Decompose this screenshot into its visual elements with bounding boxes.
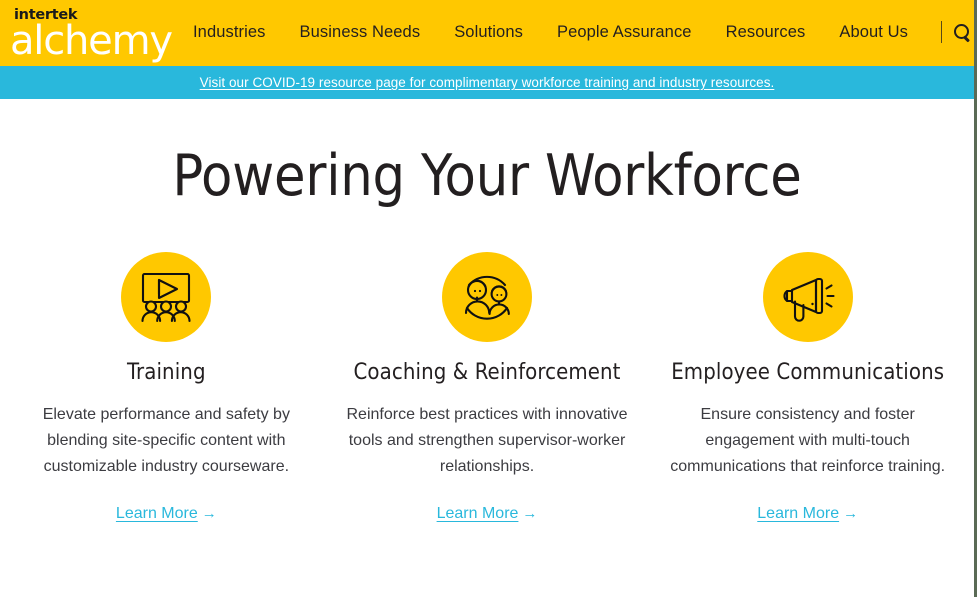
covid-resource-link[interactable]: Visit our COVID-19 resource page for com… [200, 75, 775, 90]
learn-more-label-coaching: Learn More [436, 504, 519, 522]
nav-item-resources[interactable]: Resources [709, 19, 823, 46]
nav-item-people-assurance[interactable]: People Assurance [540, 19, 709, 46]
logo-alchemy-text: alchemy [10, 18, 173, 65]
hero-section: Powering Your Workforce [0, 99, 974, 207]
learn-more-label-communications: Learn More [757, 504, 840, 522]
feature-card-coaching: Coaching & Reinforcement Reinforce best … [327, 251, 648, 523]
feature-title-coaching: Coaching & Reinforcement [353, 359, 621, 385]
feature-columns: Training Elevate performance and safety … [0, 251, 974, 523]
page-title: Powering Your Workforce [172, 143, 802, 209]
nav-item-solutions[interactable]: Solutions [437, 19, 540, 46]
feature-title-communications: Employee Communications [671, 359, 945, 385]
learn-more-link-coaching[interactable]: Learn More → [437, 505, 538, 522]
search-icon [954, 23, 971, 41]
feature-description-training: Elevate performance and safety by blendi… [42, 405, 290, 475]
covid-notice-bar: Visit our COVID-19 resource page for com… [0, 66, 974, 99]
arrow-right-icon: → [522, 504, 538, 522]
feature-description-coaching: Reinforce best practices with innovative… [346, 405, 628, 475]
search-button[interactable]: Search [952, 19, 977, 46]
feature-title-training: Training [127, 359, 206, 385]
two-people-coaching-icon [442, 251, 532, 342]
arrow-right-icon: → [843, 504, 859, 522]
nav-item-industries[interactable]: Industries [176, 19, 283, 46]
feature-card-communications: Employee Communications Ensure consisten… [647, 251, 968, 523]
feature-card-training: Training Elevate performance and safety … [6, 251, 327, 523]
learn-more-label-training: Learn More [115, 504, 198, 522]
main-navigation: Industries Business Needs Solutions Peop… [176, 19, 977, 48]
megaphone-icon [762, 251, 853, 342]
nav-item-business-needs[interactable]: Business Needs [283, 19, 438, 46]
nav-item-about-us[interactable]: About Us [822, 19, 925, 46]
nav-divider [941, 21, 943, 43]
arrow-right-icon: → [201, 504, 217, 522]
training-presentation-icon [121, 251, 212, 342]
learn-more-link-communications[interactable]: Learn More → [757, 505, 858, 522]
feature-link-wrap-communications: Learn More → [659, 505, 956, 523]
feature-link-wrap-training: Learn More → [18, 505, 315, 523]
feature-link-wrap-coaching: Learn More → [339, 505, 636, 523]
site-header: intertek alchemy Industries Business Nee… [0, 0, 974, 66]
site-logo[interactable]: intertek alchemy [8, 6, 176, 65]
learn-more-link-training[interactable]: Learn More → [116, 505, 217, 522]
feature-description-communications: Ensure consistency and foster engagement… [670, 405, 946, 475]
